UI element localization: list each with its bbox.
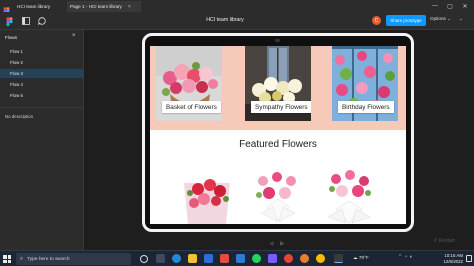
share-prototype-button[interactable]: Share prototype — [386, 15, 426, 26]
comment-icon[interactable] — [36, 15, 48, 27]
divider — [0, 107, 83, 108]
weather-icon: ☁ — [353, 255, 358, 260]
chrome-icon[interactable] — [284, 254, 293, 263]
prototype-canvas: Basket of Flowers Sympathy Flowers Birth… — [84, 30, 474, 250]
flow-label: Flow 3 — [10, 71, 23, 76]
taskbar: ⌕ Type here to search ☁ 79°F ⌃◔◖ 10:16 A… — [0, 250, 474, 266]
teams-icon[interactable] — [268, 254, 277, 263]
weather-temp: 79°F — [358, 255, 369, 260]
options-dropdown[interactable]: Options ⌄ — [430, 16, 451, 22]
edge-icon[interactable] — [172, 254, 181, 263]
flow-label: Flow 4 — [10, 82, 23, 87]
camera-notch — [275, 39, 280, 42]
category-card-birthday[interactable]: Birthday Flowers — [332, 46, 398, 121]
firefox-icon[interactable] — [300, 254, 309, 263]
close-window-button[interactable]: ✕ — [458, 1, 472, 11]
flow-item[interactable]: Flow 1 — [0, 47, 83, 56]
chrome-canary-icon[interactable] — [316, 254, 325, 263]
minimize-button[interactable]: — — [428, 1, 442, 11]
next-frame-button[interactable]: ▶ — [280, 240, 285, 247]
flow-item[interactable]: Flow 2 — [0, 58, 83, 67]
hero-banner: Basket of Flowers Sympathy Flowers Birth… — [150, 46, 406, 130]
system-tray[interactable]: ⌃◔◖ — [398, 254, 414, 260]
zoom-dropdown[interactable]: ⌄ — [459, 16, 463, 22]
maximize-button[interactable]: ▢ — [443, 1, 457, 11]
featured-flower-image — [318, 163, 380, 224]
featured-flower-image — [176, 163, 238, 224]
tab-team-library[interactable]: HCI team library — [14, 1, 64, 12]
prototype-screen[interactable]: Basket of Flowers Sympathy Flowers Birth… — [150, 46, 406, 224]
flows-sidebar: Flows × Flow 1 Flow 2 Flow 3 Flow 4 Flow… — [0, 30, 84, 250]
task-view-icon[interactable] — [156, 254, 165, 263]
document-title: HCI team library — [206, 17, 244, 23]
clock-date: 12/6/2022 — [443, 259, 463, 264]
mail-icon[interactable] — [236, 254, 245, 263]
figma-logo-icon[interactable] — [3, 2, 10, 16]
tab-label: HCI team library — [17, 4, 51, 9]
flow-item[interactable]: Flow 5 — [0, 91, 83, 100]
figma-taskbar-icon[interactable] — [334, 254, 343, 263]
avatar[interactable]: C — [372, 16, 381, 25]
windows-start-icon[interactable] — [3, 255, 11, 263]
category-label: Sympathy Flowers — [251, 101, 311, 113]
flow-label: Flow 5 — [10, 93, 23, 98]
volume-icon[interactable]: ◖ — [409, 254, 414, 260]
featured-flower-image — [247, 163, 309, 224]
featured-flower-card[interactable] — [247, 163, 309, 224]
featured-flower-card[interactable] — [318, 163, 380, 224]
title-bar: HCI team library Page 1 - HCI team libra… — [0, 0, 474, 16]
category-label: Birthday Flowers — [338, 101, 394, 113]
flow-label: Flow 1 — [10, 49, 23, 54]
cortana-icon[interactable] — [140, 255, 148, 263]
category-card-basket[interactable]: Basket of Flowers — [156, 46, 222, 121]
category-card-sympathy[interactable]: Sympathy Flowers — [245, 46, 311, 121]
flow-item[interactable]: Flow 4 — [0, 80, 83, 89]
tab-label: Page 1 - HCI team library — [70, 4, 122, 9]
flows-header: Flows — [5, 35, 17, 40]
previous-frame-button[interactable]: ◀ — [269, 240, 274, 247]
file-explorer-icon[interactable] — [188, 254, 197, 263]
flow-item-selected[interactable]: Flow 3 — [0, 69, 83, 78]
flow-label: Flow 2 — [10, 60, 23, 65]
sidebar-toggle-icon[interactable] — [20, 15, 32, 27]
taskbar-search-input[interactable]: ⌕ Type here to search — [16, 253, 131, 265]
toolbar: HCI team library C Share prototype Optio… — [0, 12, 474, 30]
close-icon[interactable]: × — [72, 33, 76, 39]
tab-page-1[interactable]: Page 1 - HCI team library × — [67, 1, 141, 12]
flow-description: No description — [5, 114, 34, 119]
close-tab-icon[interactable]: × — [128, 4, 131, 10]
featured-flower-card[interactable] — [176, 163, 238, 224]
store-icon[interactable] — [204, 254, 213, 263]
weather-widget[interactable]: ☁ 79°F — [353, 255, 369, 261]
office-icon[interactable] — [220, 254, 229, 263]
spotify-icon[interactable] — [252, 254, 261, 263]
clock[interactable]: 10:16 AM 12/6/2022 — [437, 253, 463, 265]
device-frame: Basket of Flowers Sympathy Flowers Birth… — [142, 33, 414, 232]
notification-icon[interactable] — [466, 255, 472, 262]
search-icon: ⌕ — [20, 255, 24, 262]
search-placeholder: Type here to search — [27, 256, 70, 262]
restart-button[interactable]: ↺ Restart — [433, 238, 455, 244]
featured-title: Featured Flowers — [239, 139, 317, 150]
category-label: Basket of Flowers — [162, 101, 221, 113]
figma-menu-icon[interactable] — [3, 15, 15, 27]
